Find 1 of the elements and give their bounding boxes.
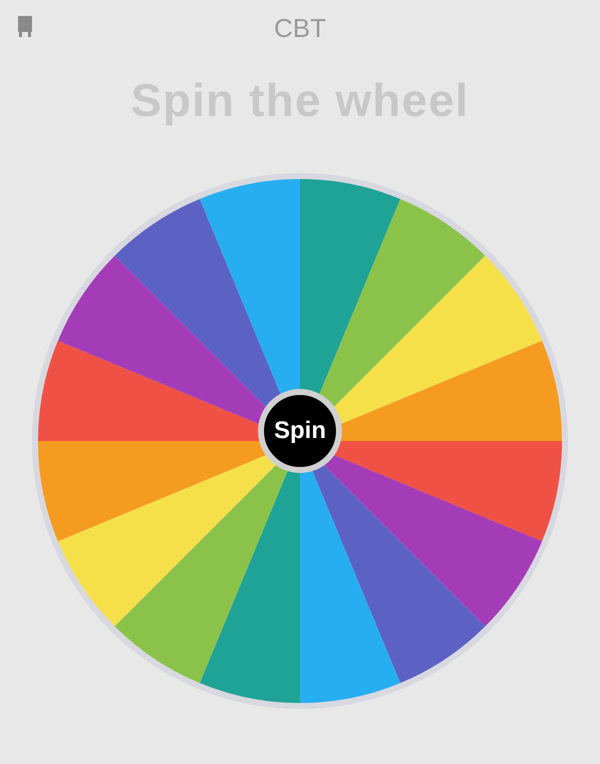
app-title: CBT bbox=[274, 12, 326, 44]
